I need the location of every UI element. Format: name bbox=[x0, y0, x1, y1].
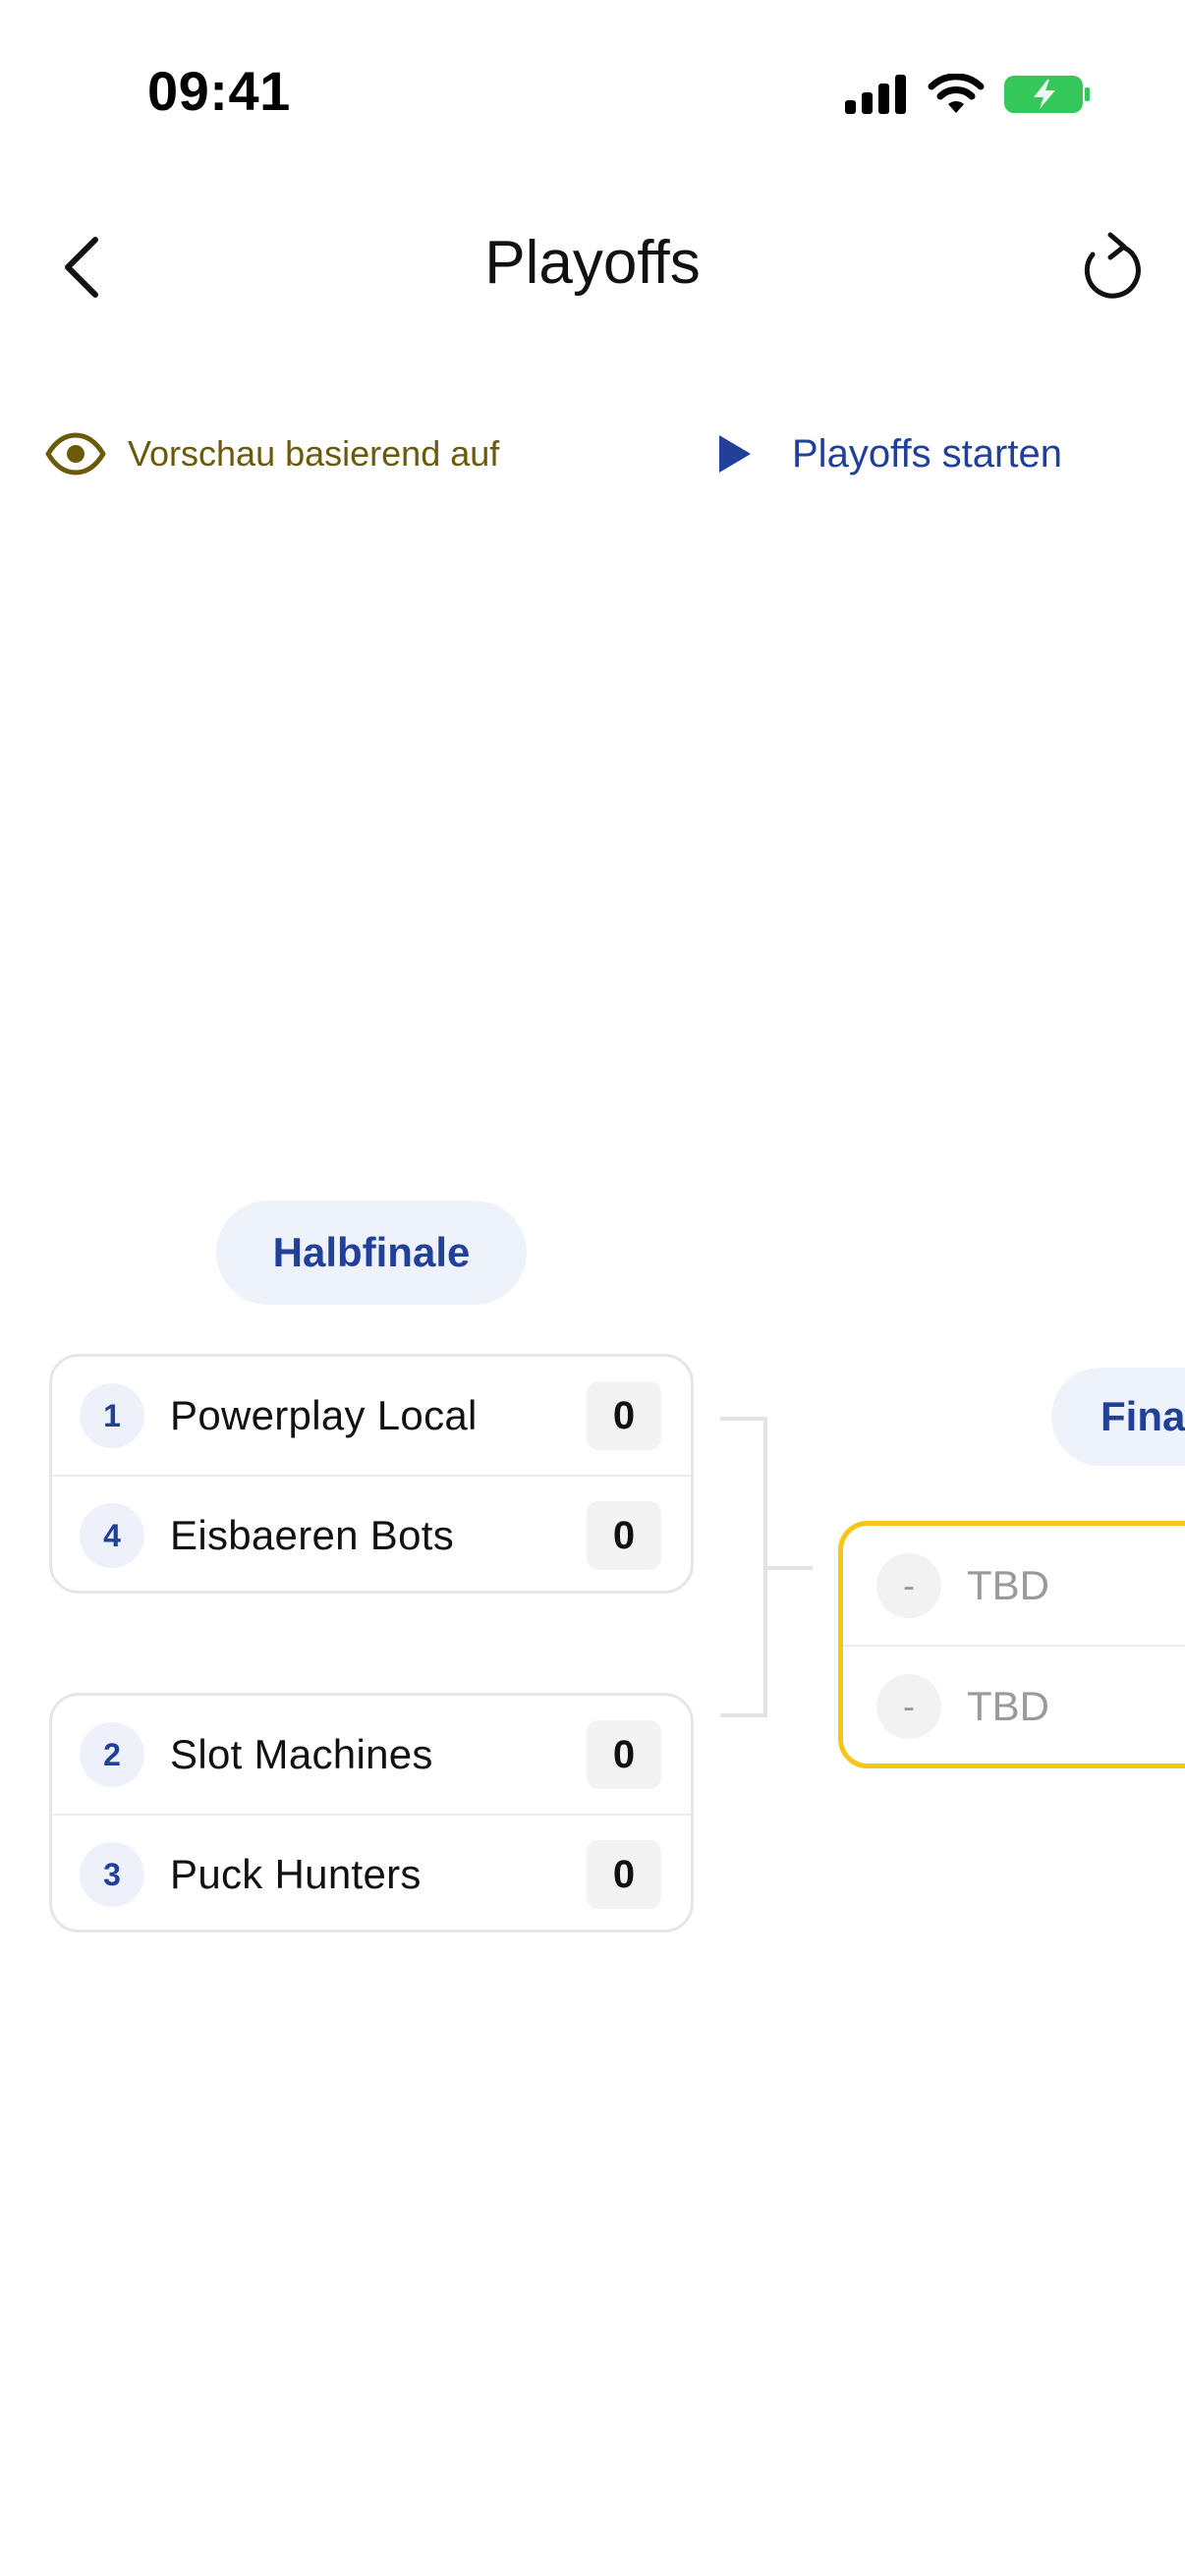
page-title: Playoffs bbox=[484, 229, 701, 297]
team-name: TBD bbox=[967, 1682, 1049, 1729]
round-chip-semifinal: Halbfinale bbox=[216, 1201, 527, 1305]
score-box: 0 bbox=[587, 1840, 661, 1909]
refresh-icon bbox=[1084, 232, 1141, 299]
preview-notice: Vorschau basierend auf bbox=[45, 424, 499, 483]
status-time: 09:41 bbox=[147, 60, 291, 122]
semifinal-match-1[interactable]: 1 Powerplay Local 0 4 Eisbaeren Bots 0 bbox=[49, 1354, 694, 1594]
signal-icon bbox=[845, 75, 906, 114]
start-playoffs-label: Playoffs starten bbox=[792, 431, 1062, 476]
round-chip-final: Fina bbox=[1051, 1368, 1185, 1466]
start-playoffs-button[interactable]: Playoffs starten bbox=[717, 424, 1062, 483]
bracket-connector-final bbox=[767, 1566, 813, 1570]
refresh-button[interactable] bbox=[1073, 222, 1152, 310]
wifi-icon bbox=[928, 74, 985, 113]
round-label-final: Fina bbox=[1100, 1393, 1185, 1439]
final-match[interactable]: - TBD - TBD bbox=[838, 1521, 1185, 1768]
team-name: Puck Hunters bbox=[170, 1851, 422, 1897]
battery-charging-icon bbox=[1004, 76, 1090, 113]
eye-icon bbox=[45, 432, 106, 476]
team-name: Powerplay Local bbox=[170, 1392, 478, 1438]
seed-badge: 1 bbox=[80, 1383, 144, 1448]
semifinal-match-2[interactable]: 2 Slot Machines 0 3 Puck Hunters 0 bbox=[49, 1693, 694, 1932]
team-name: TBD bbox=[967, 1561, 1049, 1608]
status-icons bbox=[845, 71, 1091, 118]
team-name: Eisbaeren Bots bbox=[170, 1512, 455, 1558]
seed-badge: 2 bbox=[80, 1722, 144, 1787]
score-box: 0 bbox=[587, 1501, 661, 1570]
score-box: 0 bbox=[587, 1720, 661, 1789]
team-row: 4 Eisbaeren Bots 0 bbox=[52, 1475, 691, 1591]
team-row: 1 Powerplay Local 0 bbox=[52, 1357, 691, 1475]
seed-badge: - bbox=[876, 1552, 941, 1618]
play-icon bbox=[719, 435, 751, 473]
bracket-connector-top bbox=[720, 1417, 767, 1421]
round-label-semifinal: Halbfinale bbox=[272, 1229, 471, 1275]
preview-text: Vorschau basierend auf bbox=[128, 433, 500, 474]
seed-badge: 3 bbox=[80, 1842, 144, 1907]
seed-badge: - bbox=[876, 1673, 941, 1739]
seed-badge: 4 bbox=[80, 1503, 144, 1568]
playoffs-screen: 09:41 Playoffs Vorschau basierend auf Pl… bbox=[0, 0, 1185, 2576]
bracket-connector-bottom bbox=[720, 1713, 767, 1717]
team-row: - TBD bbox=[843, 1526, 1185, 1645]
team-name: Slot Machines bbox=[170, 1731, 433, 1777]
team-row: - TBD bbox=[843, 1645, 1185, 1764]
score-box: 0 bbox=[587, 1381, 661, 1450]
team-row: 3 Puck Hunters 0 bbox=[52, 1814, 691, 1930]
team-row: 2 Slot Machines 0 bbox=[52, 1696, 691, 1814]
